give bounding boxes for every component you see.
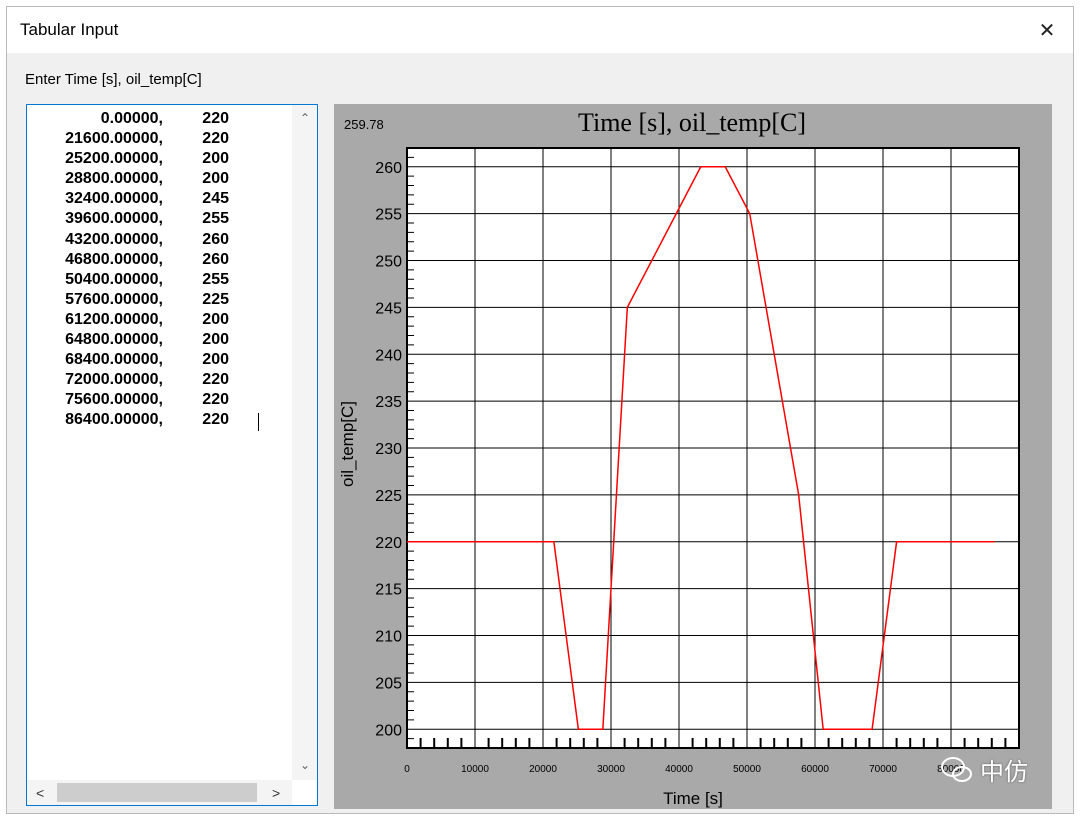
y-tick-label: 215: [375, 582, 402, 599]
y-tick-label: 240: [375, 347, 402, 364]
close-button[interactable]: ✕: [1021, 7, 1073, 53]
x-tick-label: 20000: [529, 764, 557, 775]
tabular-input-list[interactable]: 0.00000, 220 21600.00000, 220 25200.00000, 20…: [26, 104, 318, 806]
list-item[interactable]: 64800.00000, 200: [27, 330, 289, 350]
row-time-value: 68400.00000,: [65, 351, 163, 369]
row-temp-value: 220: [202, 411, 229, 429]
y-tick-label: 260: [375, 160, 402, 177]
row-temp-value: 200: [202, 331, 229, 349]
x-tick-label: 70000: [869, 764, 897, 775]
list-item[interactable]: 25200.00000, 200: [27, 149, 289, 169]
row-time-value: 0.00000,: [100, 110, 163, 127]
list-item[interactable]: 39600.00000, 255: [27, 209, 289, 229]
list-item[interactable]: 68400.00000, 200: [27, 350, 289, 370]
vertical-scrollbar[interactable]: ⌃ ⌄: [292, 105, 317, 780]
y-tick-label: 225: [375, 488, 402, 505]
y-tick-label: 200: [375, 722, 402, 739]
row-time-value: 75600.00000,: [65, 391, 163, 409]
list-item[interactable]: 28800.00000, 200: [27, 169, 289, 189]
list-item[interactable]: 61200.00000, 200: [27, 310, 289, 330]
watermark-text: 中仿: [980, 759, 1028, 786]
list-rows: 0.00000, 220 21600.00000, 220 25200.00000, 20…: [27, 109, 289, 431]
scroll-right-arrow-icon[interactable]: >: [272, 785, 280, 801]
list-item[interactable]: 21600.00000, 220: [27, 129, 289, 149]
row-time-value: 46800.00000,: [65, 250, 163, 268]
row-temp-value: 200: [202, 150, 229, 168]
watermark: 中仿: [940, 752, 1028, 787]
list-item[interactable]: 0.00000, 220: [27, 109, 289, 129]
x-axis-label: Time [s]: [663, 789, 723, 808]
close-icon: ✕: [1038, 19, 1056, 42]
row-time-value: 57600.00000,: [65, 290, 163, 308]
y-tick-label: 255: [375, 207, 402, 224]
list-item[interactable]: 72000.00000, 220: [27, 370, 289, 390]
x-tick-label: 40000: [665, 764, 693, 775]
scroll-left-arrow-icon[interactable]: <: [36, 785, 44, 801]
row-time-value: 50400.00000,: [65, 270, 163, 288]
row-time-value: 25200.00000,: [65, 150, 163, 168]
row-temp-value: 200: [202, 170, 229, 188]
list-item[interactable]: 86400.00000, 220: [27, 410, 289, 430]
y-tick-label: 235: [375, 394, 402, 411]
row-temp-value: 200: [202, 351, 229, 369]
corner-readout: 259.78: [344, 117, 384, 132]
list-item[interactable]: 43200.00000, 260: [27, 230, 289, 250]
scroll-up-arrow-icon[interactable]: ⌃: [300, 111, 310, 125]
row-time-value: 39600.00000,: [65, 210, 163, 228]
x-tick-label: 30000: [597, 764, 625, 775]
oil-temp-chart: Time [s], oil_temp[C] 259.78 200 205 210 215 2…: [338, 108, 1020, 808]
row-time-value: 72000.00000,: [65, 371, 163, 389]
row-time-value: 21600.00000,: [65, 130, 163, 148]
row-temp-value: 220: [202, 391, 229, 409]
list-item[interactable]: 46800.00000, 260: [27, 250, 289, 270]
y-tick-label: 245: [375, 300, 402, 317]
chart-title: Time [s], oil_temp[C]: [578, 108, 806, 137]
tabular-input-dialog: Tabular Input ✕ Enter Time [s], oil_temp…: [6, 6, 1074, 814]
row-temp-value: 220: [202, 110, 229, 127]
row-temp-value: 220: [202, 371, 229, 389]
horizontal-scrollbar[interactable]: < >: [27, 780, 292, 805]
list-item[interactable]: 50400.00000, 255: [27, 270, 289, 290]
horizontal-scroll-thumb[interactable]: [57, 783, 257, 802]
list-item[interactable]: 57600.00000, 225: [27, 290, 289, 310]
title-bar: Tabular Input ✕: [7, 7, 1073, 53]
x-tick-label: 50000: [733, 764, 761, 775]
row-time-value: 61200.00000,: [65, 310, 163, 328]
list-item[interactable]: 32400.00000, 245: [27, 189, 289, 209]
list-item[interactable]: 75600.00000, 220: [27, 390, 289, 410]
x-tick-label: 10000: [461, 764, 489, 775]
row-temp-value: 220: [202, 130, 229, 148]
row-temp-value: 255: [202, 210, 229, 228]
text-caret: [258, 413, 259, 431]
input-prompt-label: Enter Time [s], oil_temp[C]: [25, 71, 202, 88]
chart-panel: Time [s], oil_temp[C] 259.78 200 205 210 215 2…: [334, 104, 1052, 809]
row-time-value: 28800.00000,: [65, 170, 163, 188]
y-tick-label: 205: [375, 675, 402, 692]
row-temp-value: 260: [202, 250, 229, 268]
row-temp-value: 255: [202, 270, 229, 288]
y-axis-label: oil_temp[C]: [338, 401, 357, 487]
scroll-down-arrow-icon[interactable]: ⌄: [300, 758, 310, 772]
row-time-value: 43200.00000,: [65, 230, 163, 248]
y-tick-label: 250: [375, 254, 402, 271]
y-tick-label: 210: [375, 629, 402, 646]
row-temp-value: 260: [202, 230, 229, 248]
y-tick-label: 220: [375, 535, 402, 552]
row-temp-value: 245: [202, 190, 229, 208]
y-tick-label: 230: [375, 441, 402, 458]
row-time-value: 64800.00000,: [65, 331, 163, 349]
x-tick-label: 60000: [801, 764, 829, 775]
window-title: Tabular Input: [20, 20, 119, 39]
row-time-value: 86400.00000,: [65, 411, 163, 429]
row-time-value: 32400.00000,: [65, 190, 163, 208]
wechat-icon: [941, 756, 972, 782]
x-tick-label: 0: [404, 764, 410, 775]
row-temp-value: 225: [202, 290, 229, 308]
row-temp-value: 200: [202, 310, 229, 328]
